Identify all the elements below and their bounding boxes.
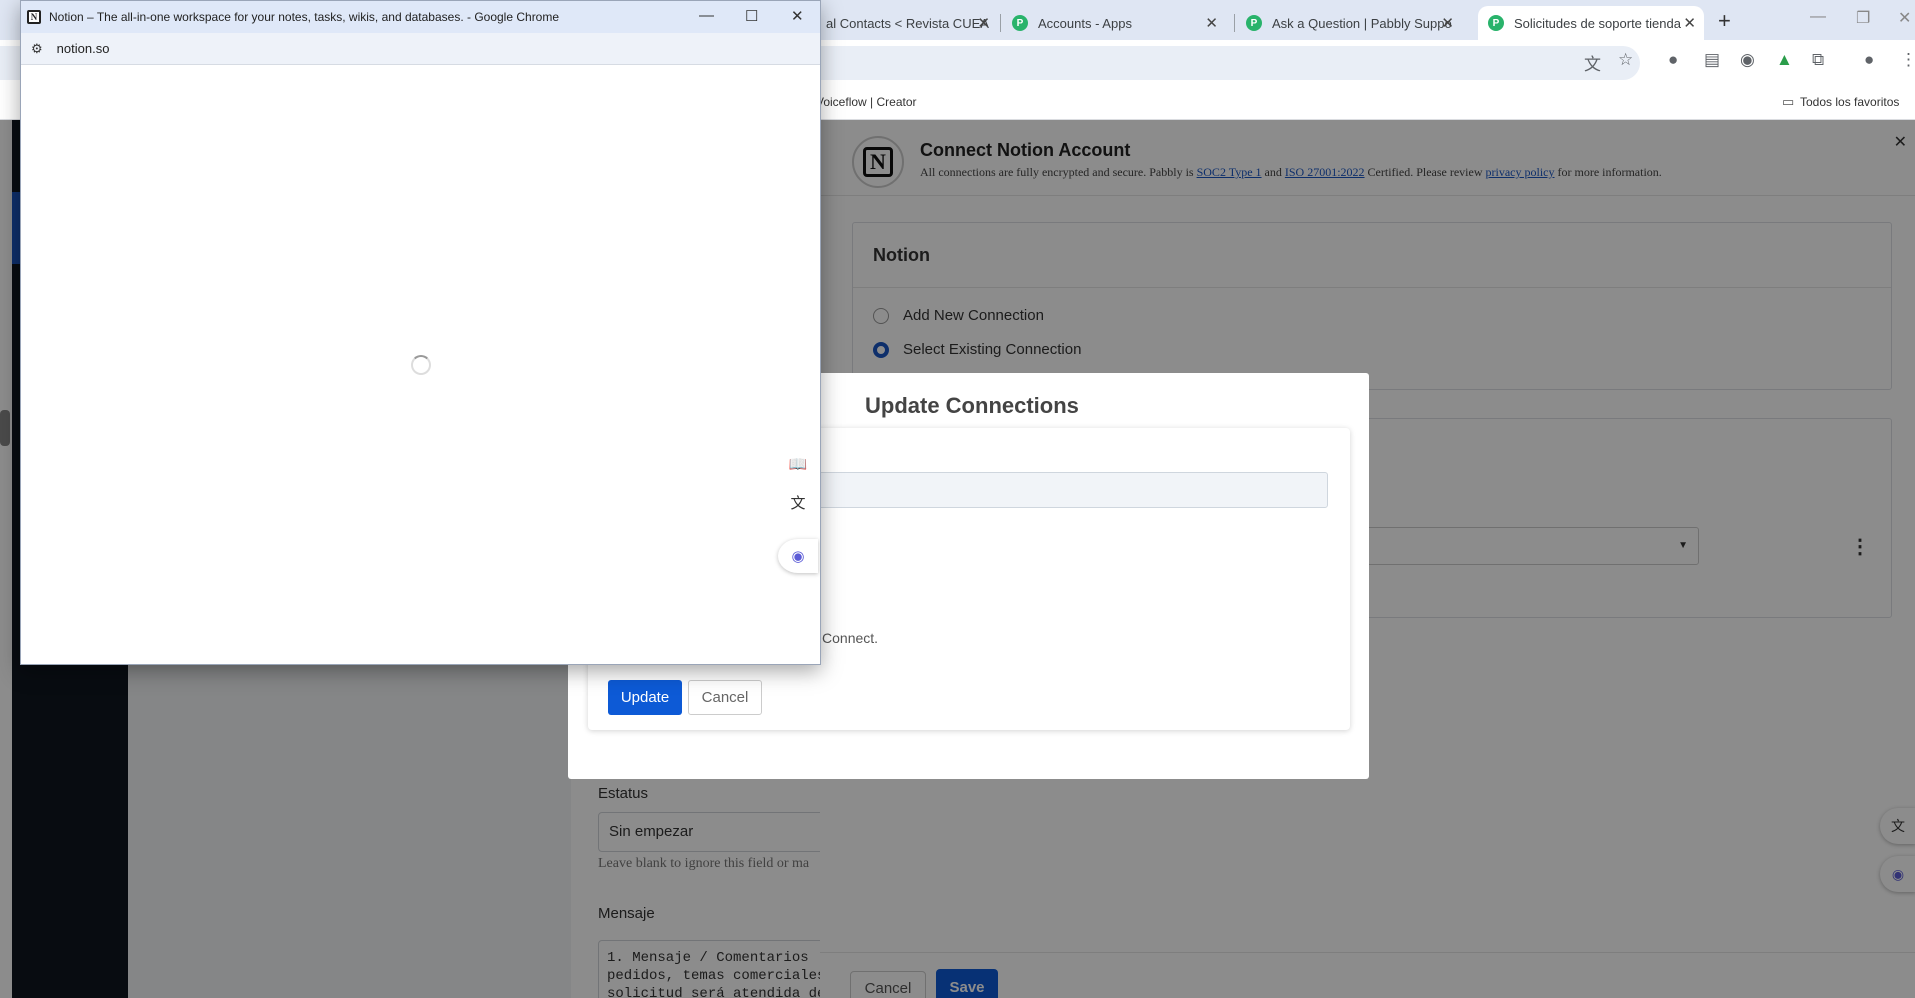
tab-solicitudes[interactable]: P Solicitudes de soporte tienda ✕ (1478, 6, 1704, 40)
maximize-icon[interactable]: ☐ (745, 7, 758, 25)
pabbly-icon: P (1488, 15, 1504, 31)
translate-icon[interactable]: 文 (778, 485, 818, 519)
site-info-icon[interactable]: ⚙ (31, 41, 43, 57)
tab-ask-question[interactable]: P Ask a Question | Pabbly Suppo ✕ (1236, 6, 1462, 40)
close-icon[interactable]: ✕ (791, 7, 804, 25)
all-bookmarks-link[interactable]: Todos los favoritos (1800, 95, 1899, 109)
extensions-puzzle-icon[interactable]: ⧉ (1812, 50, 1824, 70)
password-manager-icon[interactable]: ● (1668, 50, 1678, 70)
pabbly-icon: P (1012, 15, 1028, 31)
cancel-button[interactable]: Cancel (688, 680, 762, 715)
popup-window-title: Notion – The all-in-one workspace for yo… (49, 10, 560, 24)
restore-icon[interactable]: ❐ (1856, 8, 1870, 28)
tab-accounts-apps[interactable]: P Accounts - Apps ✕ (1002, 6, 1226, 40)
tab-label: Accounts - Apps (1038, 15, 1132, 31)
close-icon[interactable]: ✕ (1683, 14, 1696, 32)
close-icon[interactable]: ✕ (977, 14, 990, 32)
menu-kebab-icon[interactable]: ⋮ (1900, 50, 1915, 70)
minimize-icon[interactable]: — (1810, 8, 1826, 26)
close-window-icon[interactable]: ✕ (1898, 8, 1911, 28)
extension-clipboard-icon[interactable]: ▤ (1704, 50, 1720, 70)
tab-label: Ask a Question | Pabbly Suppo (1272, 15, 1452, 31)
popup-url-bar: ⚙ notion.so (21, 33, 820, 65)
loading-spinner-icon (411, 355, 431, 375)
update-button[interactable]: Update (608, 680, 682, 715)
close-icon[interactable]: ✕ (1441, 14, 1454, 32)
notion-icon: N (27, 10, 41, 24)
popup-side-tools: 📖 文 ◉ (778, 447, 820, 577)
translate-icon[interactable]: 文 (1584, 50, 1601, 75)
popup-titlebar[interactable]: N Notion – The all-in-one workspace for … (21, 1, 820, 33)
bookmark-voiceflow[interactable]: Voiceflow | Creator (816, 95, 917, 109)
tab-separator (1000, 14, 1001, 32)
modal-title: Update Connections (865, 393, 1079, 418)
close-icon[interactable]: ✕ (1205, 14, 1218, 32)
tab-separator (1234, 14, 1235, 32)
folder-icon: ▭ (1782, 94, 1795, 109)
tab-label: al Contacts < Revista CUEA (826, 15, 989, 31)
profile-avatar[interactable]: ● (1864, 50, 1874, 70)
extension-tree-icon[interactable]: ▲ (1776, 50, 1793, 70)
minimize-icon[interactable]: — (699, 7, 714, 24)
pabbly-icon: P (1246, 15, 1262, 31)
bookmark-star-icon[interactable]: ☆ (1618, 50, 1633, 70)
assistant-bot-icon[interactable]: ◉ (778, 539, 818, 573)
notion-popup-window: N Notion – The all-in-one workspace for … (20, 0, 821, 665)
extension-bot-icon[interactable]: ◉ (1740, 50, 1755, 70)
tab-label: Solicitudes de soporte tienda (1514, 15, 1681, 31)
tab-revista-contacts[interactable]: al Contacts < Revista CUEA ✕ (816, 6, 998, 40)
new-tab-plus-icon[interactable]: + (1718, 8, 1731, 34)
popup-url[interactable]: notion.so (57, 41, 110, 56)
reader-book-icon[interactable]: 📖 (778, 447, 818, 481)
